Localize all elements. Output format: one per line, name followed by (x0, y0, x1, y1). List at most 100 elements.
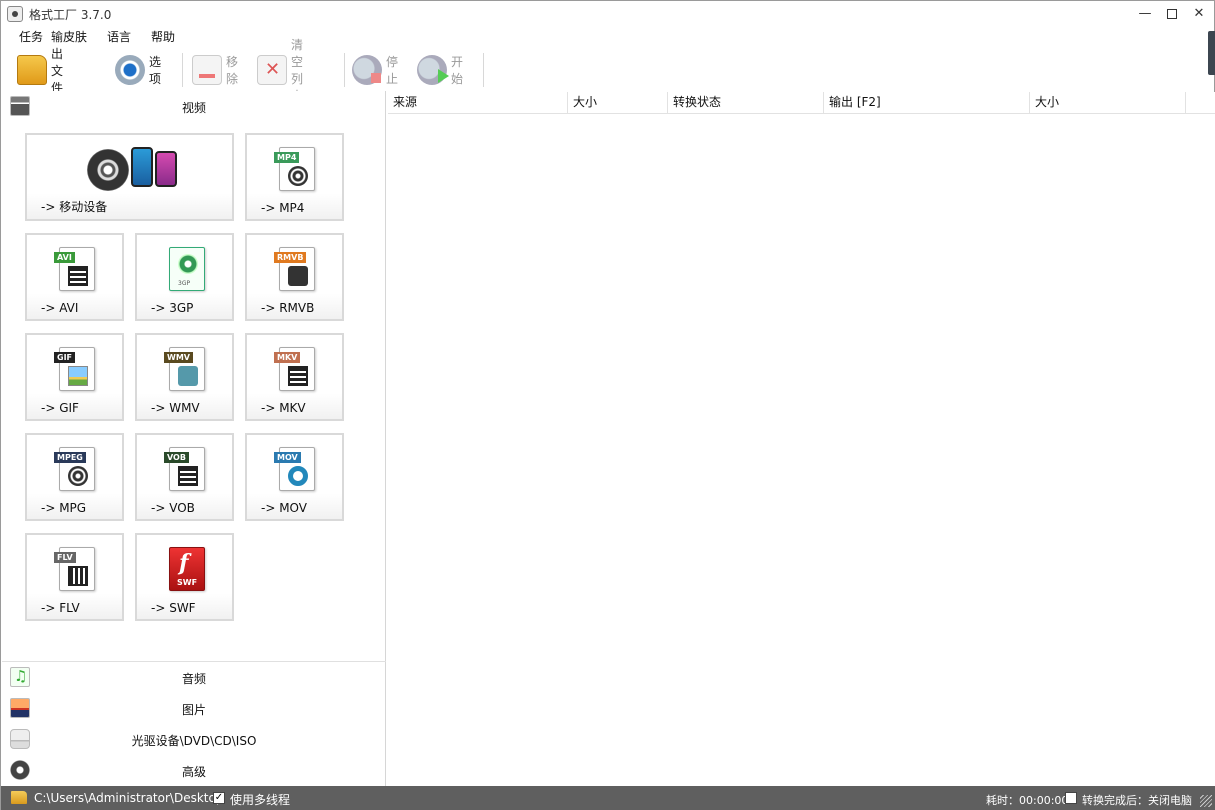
options-label: 选项 (149, 55, 162, 86)
section-picture-label: 图片 (181, 703, 206, 717)
section-audio-label: 音频 (181, 672, 206, 686)
tile-mkv[interactable]: MKV -> MKV (245, 333, 344, 421)
column-size[interactable]: 大小 (568, 92, 668, 114)
column-filler (1186, 92, 1215, 114)
file-badge: AVI (54, 252, 75, 263)
close-button[interactable]: ✕ (1188, 4, 1210, 24)
section-advanced[interactable]: 高级 (2, 755, 386, 785)
maximize-button[interactable] (1161, 4, 1183, 24)
minimize-button[interactable]: — (1134, 4, 1156, 24)
section-audio[interactable]: 音频 (2, 662, 386, 692)
tile-3gp[interactable]: 3GP -> 3GP (135, 233, 234, 321)
clear-list-button[interactable]: 清空列表 (257, 38, 303, 103)
menu-bar: 任务 皮肤 语言 帮助 (9, 28, 185, 48)
tile-mobile-device[interactable]: -> 移动设备 (25, 133, 234, 221)
tile-vob[interactable]: VOB -> VOB (135, 433, 234, 521)
picture-icon (68, 366, 88, 386)
remove-button[interactable]: 移除 (192, 51, 238, 89)
tile-rmvb[interactable]: RMVB -> RMVB (245, 233, 344, 321)
file-badge: FLV (54, 552, 76, 563)
section-video[interactable]: 视频 (2, 91, 386, 121)
remove-file-icon (192, 55, 222, 85)
section-picture[interactable]: 图片 (2, 693, 386, 723)
section-advanced-label: 高级 (181, 765, 206, 779)
file-badge: MP4 (274, 152, 300, 163)
tile-swf[interactable]: f SWF -> SWF (135, 533, 234, 621)
rmvb-file-icon: RMVB (274, 247, 315, 291)
mpeg-file-icon: MPEG (54, 447, 95, 491)
tile-mpg[interactable]: MPEG -> MPG (25, 433, 124, 521)
maximize-icon (1167, 8, 1177, 19)
stop-button[interactable]: 停止 (352, 51, 398, 89)
output-folder-button[interactable]: 输出文件夹 (17, 30, 63, 112)
tile-label: -> MKV (261, 401, 306, 415)
camcorder-icon (178, 366, 198, 386)
column-output[interactable]: 输出 [F2] (824, 92, 1030, 114)
film-reel-icon (68, 466, 88, 486)
section-video-label: 视频 (181, 101, 206, 115)
real-player-icon (288, 266, 308, 286)
category-panel: 视频 -> 移动设备 MP4 -> MP4 AVI -> AVI 3GP -> … (2, 91, 386, 786)
elapsed-time: 耗时：00:00:00 (986, 794, 1069, 807)
side-panel-tab[interactable] (1208, 31, 1215, 75)
clear-list-icon (257, 55, 287, 85)
file-badge: VOB (164, 452, 189, 463)
flash-file-icon: f SWF (169, 547, 205, 591)
after-convert-label: 转换完成后：关闭电脑 (1082, 794, 1192, 807)
tile-label: -> VOB (151, 501, 195, 515)
file-badge: MKV (274, 352, 301, 363)
mov-file-icon: MOV (274, 447, 315, 491)
tile-label: -> MPG (41, 501, 87, 515)
menu-language[interactable]: 语言 (97, 28, 141, 48)
file-badge: WMV (164, 352, 193, 363)
stop-icon (352, 55, 382, 85)
column-source[interactable]: 来源 (388, 92, 568, 114)
toolbar-divider (182, 53, 183, 87)
tile-label: -> AVI (41, 301, 79, 315)
mp4-file-icon: MP4 (274, 147, 315, 191)
file-type-text: SWF (177, 578, 198, 587)
film-reel-icon (87, 149, 129, 191)
output-path[interactable]: C:\Users\Administrator\Desktop (34, 791, 223, 805)
flash-f-glyph: f (179, 550, 189, 576)
tile-label: -> FLV (41, 601, 80, 615)
file-badge: GIF (54, 352, 76, 363)
start-icon (417, 55, 449, 85)
resize-grip[interactable] (1200, 795, 1212, 807)
column-status[interactable]: 转换状态 (668, 92, 824, 114)
options-button[interactable]: 选项 (115, 51, 161, 89)
section-disc[interactable]: 光驱设备\DVD\CD\ISO (2, 724, 386, 754)
title-bar: 格式工厂 3.7.0 — ✕ (1, 1, 1214, 27)
multithread-checkbox[interactable]: ✓ (213, 792, 225, 804)
tile-label: -> RMVB (261, 301, 315, 315)
tile-gif[interactable]: GIF -> GIF (25, 333, 124, 421)
app-logo-icon (7, 6, 23, 22)
menu-help[interactable]: 帮助 (141, 28, 185, 48)
after-convert-checkbox[interactable] (1065, 792, 1077, 804)
tile-wmv[interactable]: WMV -> WMV (135, 333, 234, 421)
phone-icon (155, 151, 177, 187)
clapperboard-icon (68, 566, 88, 586)
wmv-file-icon: WMV (164, 347, 205, 391)
start-button[interactable]: 开始 (417, 51, 463, 89)
tile-label: -> 移动设备 (41, 200, 108, 214)
task-list: 来源 大小 转换状态 输出 [F2] 大小 (388, 92, 1215, 786)
folder-icon (17, 55, 47, 85)
tile-avi[interactable]: AVI -> AVI (25, 233, 124, 321)
mobile-device-icon (87, 147, 187, 195)
status-bar: C:\Users\Administrator\Desktop ✓ 使用多线程 耗… (1, 786, 1215, 810)
film-reel-icon (178, 254, 198, 274)
stop-label: 停止 (386, 55, 399, 86)
tile-mp4[interactable]: MP4 -> MP4 (245, 133, 344, 221)
gear-icon (115, 55, 145, 85)
file-badge: RMVB (274, 252, 307, 263)
menu-task[interactable]: 任务 (9, 28, 53, 48)
file-type-text: 3GP (178, 280, 191, 287)
folder-icon[interactable] (11, 791, 27, 804)
film-strip-icon (288, 366, 308, 386)
tile-label: -> 3GP (151, 301, 194, 315)
column-output-size[interactable]: 大小 (1030, 92, 1186, 114)
tile-mov[interactable]: MOV -> MOV (245, 433, 344, 521)
tile-flv[interactable]: FLV -> FLV (25, 533, 124, 621)
app-window: 格式工厂 3.7.0 — ✕ 任务 皮肤 语言 帮助 输出文件夹 选项 移除 清… (0, 0, 1215, 810)
